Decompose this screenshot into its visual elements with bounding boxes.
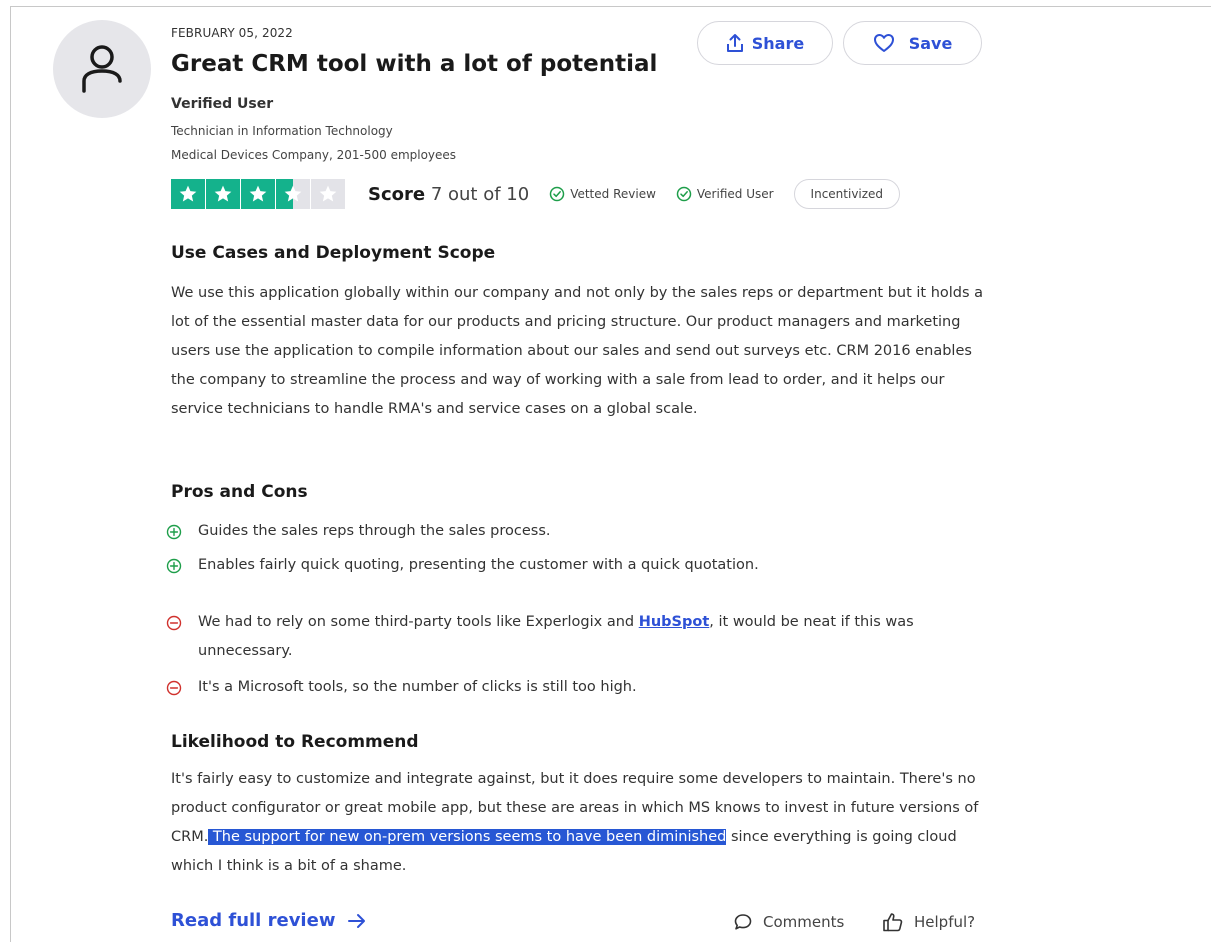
- use-cases-body: We use this application globally within …: [171, 285, 984, 417]
- helpful-label: Helpful?: [914, 913, 976, 931]
- likelihood-body: It's fairly easy to customize and integr…: [171, 765, 991, 881]
- vetted-review-badge: Vetted Review: [549, 186, 656, 202]
- card-left-border: [10, 6, 11, 942]
- save-label: Save: [908, 33, 953, 53]
- save-button[interactable]: Save: [843, 21, 982, 65]
- review-date: FEBRUARY 05, 2022: [171, 26, 293, 40]
- star-icon: [241, 179, 275, 209]
- comment-icon: [734, 914, 752, 930]
- share-icon: [726, 34, 743, 52]
- share-button[interactable]: Share: [697, 21, 833, 65]
- star-icon: [171, 179, 205, 209]
- thumbs-up-icon: [883, 913, 903, 932]
- incentivized-badge: Incentivized: [793, 179, 901, 209]
- avatar: [53, 20, 151, 118]
- star-rating: [171, 179, 345, 209]
- empty-star-icon: [311, 179, 345, 209]
- verified-user-badge: Verified User: [676, 186, 774, 202]
- comments-label: Comments: [763, 913, 845, 931]
- share-label: Share: [751, 33, 805, 53]
- score: Score 7 out of 10: [368, 184, 529, 205]
- pro-text: Guides the sales reps through the sales …: [198, 523, 551, 539]
- star-icon: [206, 179, 240, 209]
- plus-circle-icon: [166, 551, 188, 580]
- con-text: It's a Microsoft tools, so the number of…: [198, 679, 637, 695]
- vetted-review-label: Vetted Review: [570, 187, 656, 201]
- reviewer-company: Medical Devices Company, 201-500 employe…: [171, 148, 457, 162]
- con-item: We had to rely on some third-party tools…: [166, 608, 996, 666]
- score-value: 7 out of 10: [430, 183, 530, 205]
- selected-text: The support for new on-prem versions see…: [208, 829, 727, 845]
- minus-circle-icon: [166, 608, 188, 637]
- arrow-right-icon: [348, 913, 366, 928]
- user-icon: [82, 45, 122, 93]
- reviewer-name: Verified User: [171, 96, 274, 112]
- pro-item: Enables fairly quick quoting, presenting…: [166, 551, 996, 580]
- con-text: We had to rely on some third-party tools…: [198, 608, 996, 666]
- comments-button[interactable]: Comments: [733, 912, 844, 932]
- rating-row: Score 7 out of 10 Vetted Review Verified…: [171, 177, 901, 211]
- pro-item: Guides the sales reps through the sales …: [166, 517, 996, 546]
- review-title: Great CRM tool with a lot of potential: [171, 51, 658, 77]
- half-star-icon: [276, 179, 310, 209]
- check-circle-icon: [676, 186, 692, 202]
- pro-text: Enables fairly quick quoting, presenting…: [198, 557, 759, 573]
- check-circle-icon: [549, 186, 565, 202]
- likelihood-heading: Likelihood to Recommend: [171, 732, 419, 752]
- verified-user-label: Verified User: [696, 187, 774, 201]
- con-item: It's a Microsoft tools, so the number of…: [166, 673, 996, 702]
- minus-circle-icon: [166, 673, 188, 702]
- reviewer-role: Technician in Information Technology: [171, 124, 393, 138]
- read-full-review-link[interactable]: Read full review: [171, 910, 367, 931]
- hubspot-link[interactable]: HubSpot: [639, 614, 710, 630]
- use-cases-heading: Use Cases and Deployment Scope: [171, 243, 496, 263]
- con-text-part: We had to rely on some third-party tools…: [198, 614, 639, 630]
- read-full-review-label: Read full review: [171, 910, 336, 931]
- score-label: Score: [368, 183, 426, 205]
- plus-circle-icon: [166, 517, 188, 546]
- heart-icon: [873, 34, 894, 52]
- helpful-button[interactable]: Helpful?: [882, 912, 975, 932]
- pros-cons-heading: Pros and Cons: [171, 482, 308, 502]
- card-top-border: [10, 6, 1211, 7]
